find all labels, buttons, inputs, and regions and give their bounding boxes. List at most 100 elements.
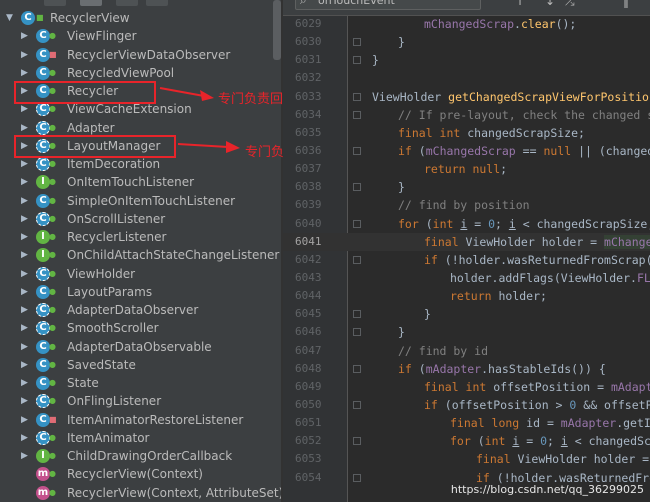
expand-arrow-icon[interactable]: ▶: [21, 265, 28, 283]
code-line[interactable]: 6050 if (offsetPosition > 0 && offsetPosi…: [283, 396, 650, 414]
expand-arrow-icon[interactable]: ▶: [21, 192, 28, 210]
tree-item[interactable]: ▶ C ■ ItemAnimatorRestoreListener: [0, 411, 283, 429]
expand-arrow-icon[interactable]: ▶: [21, 46, 28, 64]
code-line[interactable]: 6033 ViewHolder getChangedScrapViewForPos…: [283, 88, 650, 106]
code-line[interactable]: 6038}: [283, 178, 650, 196]
fold-end-icon[interactable]: [353, 38, 361, 47]
expand-arrow-icon[interactable]: ▶: [21, 411, 28, 429]
code-line[interactable]: 6036 if (mChangedScrap == null || (change…: [283, 142, 650, 160]
code-line[interactable]: 6045}: [283, 305, 650, 323]
code-lines[interactable]: 6029 mChangedScrap.clear(); 6030} 6031} 6032…: [283, 15, 650, 487]
fold-collapse-icon[interactable]: [353, 400, 361, 409]
arrow-down-icon[interactable]: ↓: [545, 0, 555, 8]
tree-item-label: OnFlingListener: [67, 394, 162, 409]
tree-item[interactable]: ▶ C ● LayoutParams: [0, 283, 283, 301]
fold-collapse-icon[interactable]: [353, 255, 361, 264]
tree-item[interactable]: ▶ C ● OnScrollListener: [0, 210, 283, 228]
fold-collapse-icon[interactable]: [353, 110, 361, 119]
code-editor[interactable]: 6029 mChangedScrap.clear(); 6030} 6031} 6032…: [283, 0, 650, 502]
tree-item[interactable]: ▶ C ■ RecyclerViewDataObserver: [0, 46, 283, 64]
code-line[interactable]: 6047 // find by id: [283, 342, 650, 360]
collapse-arrow-icon[interactable]: ▼: [6, 9, 13, 27]
tree-item[interactable]: ▶ C ● SimpleOnItemTouchListener: [0, 192, 283, 210]
code-line[interactable]: 6032: [283, 69, 650, 87]
fold-collapse-icon[interactable]: [353, 437, 361, 446]
expand-arrow-icon[interactable]: ▶: [21, 173, 28, 191]
find-input[interactable]: onTouchEvent: [295, 0, 481, 10]
code-line[interactable]: 6049 final int offsetPosition = mAdapterH…: [283, 378, 650, 396]
expand-arrow-icon[interactable]: ▶: [21, 338, 28, 356]
code-line[interactable]: 6042 if (!holder.wasReturnedFromScrap() &…: [283, 251, 650, 269]
expand-arrow-icon[interactable]: ▶: [21, 301, 28, 319]
class-icon: C: [36, 339, 50, 354]
code-line[interactable]: 6046}: [283, 323, 650, 341]
code-line[interactable]: 6052for (int i = 0; i < changedScrapSize…: [283, 432, 650, 450]
expand-arrow-icon[interactable]: ▶: [21, 210, 28, 228]
tree-item[interactable]: ▶ C ● AdapterDataObserver: [0, 301, 283, 319]
tree-item[interactable]: ▶ C ● ItemAnimator: [0, 429, 283, 447]
expand-arrow-icon[interactable]: ▶: [21, 392, 28, 410]
expand-arrow-icon[interactable]: ▶: [21, 64, 28, 82]
fold-end-icon[interactable]: [353, 183, 361, 192]
arrow-up-icon[interactable]: ↑: [515, 0, 525, 8]
tree-item[interactable]: m ● RecyclerView(Context): [0, 465, 283, 483]
toolbar-button[interactable]: [44, 0, 66, 6]
toolbar-button-active[interactable]: [80, 0, 102, 6]
panel-scrollbar[interactable]: [273, 0, 281, 60]
tree-item[interactable]: ▶ C ● State: [0, 374, 283, 392]
tree-item[interactable]: ▶ C ● SavedState: [0, 356, 283, 374]
code-line[interactable]: 6034 // If pre-layout, check the changed …: [283, 106, 650, 124]
code-line[interactable]: 6051 final long id = mAdapter.getItemId(o…: [283, 414, 650, 432]
tree-item[interactable]: ▶ I ● ChildDrawingOrderCallback: [0, 447, 283, 465]
public-access-icon: ●: [49, 378, 56, 387]
code-line[interactable]: 6029 mChangedScrap.clear();: [283, 15, 650, 33]
tree-item[interactable]: ▶ C ● AdapterDataObservable: [0, 338, 283, 356]
find-all-icon[interactable]: ⤮: [565, 0, 575, 9]
tree-item-label: RecyclerView(Context, AttributeSet): [67, 485, 283, 500]
fold-collapse-icon[interactable]: [353, 219, 361, 228]
fold-collapse-icon[interactable]: [353, 364, 361, 373]
fold-collapse-icon[interactable]: [353, 473, 361, 482]
fold-end-icon[interactable]: [353, 56, 361, 65]
code-line[interactable]: 6037 return null;: [283, 160, 650, 178]
tree-item[interactable]: ▶ C ● Adapter: [0, 119, 283, 137]
expand-arrow-icon[interactable]: ▶: [21, 447, 28, 465]
code-line[interactable]: 6030}: [283, 33, 650, 51]
tree-item-label: ViewFlinger: [67, 29, 137, 44]
tree-item[interactable]: ▶ C ● OnFlingListener: [0, 392, 283, 410]
tree-root-node[interactable]: ▼ C ■ RecyclerView: [0, 9, 283, 27]
code-line[interactable]: 6041 final ViewHolder holder = mChangedSc…: [283, 232, 650, 251]
tree-item[interactable]: ▶ I ● OnItemTouchListener: [0, 173, 283, 191]
fold-collapse-icon[interactable]: [353, 92, 361, 101]
tree-item[interactable]: ▶ C ● SmoothScroller: [0, 319, 283, 337]
expand-arrow-icon[interactable]: ▶: [21, 319, 28, 337]
code-line[interactable]: 6039 // find by position: [283, 196, 650, 214]
expand-arrow-icon[interactable]: ▶: [21, 119, 28, 137]
expand-arrow-icon[interactable]: ▶: [21, 228, 28, 246]
expand-arrow-icon[interactable]: ▶: [21, 283, 28, 301]
tree-item[interactable]: ▶ C ● ViewFlinger: [0, 27, 283, 45]
expand-arrow-icon[interactable]: ▶: [21, 356, 28, 374]
expand-arrow-icon[interactable]: ▶: [21, 27, 28, 45]
code-line[interactable]: 6043 holder.addFlags(ViewHolder.FLAG_RETU…: [283, 269, 650, 287]
tree-item[interactable]: ▶ I ● OnChildAttachStateChangeListener: [0, 246, 283, 264]
fold-end-icon[interactable]: [353, 310, 361, 319]
expand-arrow-icon[interactable]: ▶: [21, 374, 28, 392]
code-line[interactable]: 6031}: [283, 51, 650, 69]
toolbar-button[interactable]: [116, 0, 138, 6]
fold-collapse-icon[interactable]: [353, 146, 361, 155]
expand-arrow-icon[interactable]: ▶: [21, 429, 28, 447]
code-line[interactable]: 6035 final int changedScrapSize;: [283, 124, 650, 142]
tree-item[interactable]: ▶ C ● ViewHolder: [0, 265, 283, 283]
code-line[interactable]: 6053 final ViewHolder holder = mChangedSc…: [283, 450, 650, 468]
toolbar-button[interactable]: [146, 0, 168, 6]
code-line[interactable]: 6044 return holder;: [283, 287, 650, 305]
tree-item[interactable]: ▶ I ● RecyclerListener: [0, 228, 283, 246]
code-line[interactable]: 6048 if (mAdapter.hasStableIds()) {: [283, 360, 650, 378]
tree-item[interactable]: m ● RecyclerView(Context, AttributeSet): [0, 484, 283, 502]
expand-arrow-icon[interactable]: ▶: [21, 246, 28, 264]
tree-item[interactable]: ▶ C ● RecycledViewPool: [0, 64, 283, 82]
code-line[interactable]: 6040 for (int i = 0; i < changedScrapSize…: [283, 215, 650, 233]
multiline-icon[interactable]: ‖: [623, 0, 629, 8]
fold-end-icon[interactable]: [353, 328, 361, 337]
